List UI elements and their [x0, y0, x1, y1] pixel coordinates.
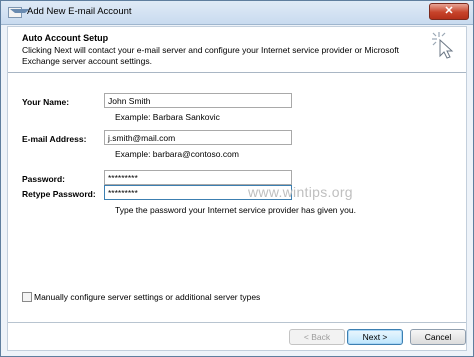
back-button[interactable]: < Back: [289, 329, 345, 345]
manual-config-checkbox[interactable]: [22, 292, 32, 302]
cancel-button[interactable]: Cancel: [410, 329, 466, 345]
section-description: Clicking Next will contact your e-mail s…: [22, 45, 399, 66]
header-area: Auto Account Setup Clicking Next will co…: [8, 27, 466, 73]
password-label: Password:: [22, 174, 65, 184]
manual-config-label: Manually configure server settings or ad…: [34, 292, 261, 302]
cursor-sparkle-icon: [432, 32, 454, 59]
your-name-label: Your Name:: [22, 97, 70, 107]
dialog-content: Auto Account Setup Clicking Next will co…: [7, 26, 467, 351]
mail-icon: [8, 7, 30, 18]
next-button[interactable]: Next >: [347, 329, 403, 345]
retype-password-label: Retype Password:: [22, 189, 96, 199]
title-bar: Add New E-mail Account ✕: [1, 1, 473, 25]
name-example: Example: Barbara Sankovic: [115, 112, 220, 122]
password-field[interactable]: *********: [104, 170, 292, 185]
section-title: Auto Account Setup: [22, 33, 109, 43]
dialog-window: Add New E-mail Account ✕ Auto Account Se…: [0, 0, 474, 357]
password-hint: Type the password your Internet service …: [115, 205, 356, 215]
email-example: Example: barbara@contoso.com: [115, 149, 239, 159]
email-address-field[interactable]: j.smith@mail.com: [104, 130, 292, 145]
button-bar: < Back Next > Cancel: [8, 322, 466, 350]
email-address-label: E-mail Address:: [22, 134, 87, 144]
close-button[interactable]: ✕: [429, 3, 469, 20]
your-name-field[interactable]: John Smith: [104, 93, 292, 108]
watermark-text: www.wintips.org: [248, 184, 353, 200]
window-title: Add New E-mail Account: [27, 6, 132, 17]
